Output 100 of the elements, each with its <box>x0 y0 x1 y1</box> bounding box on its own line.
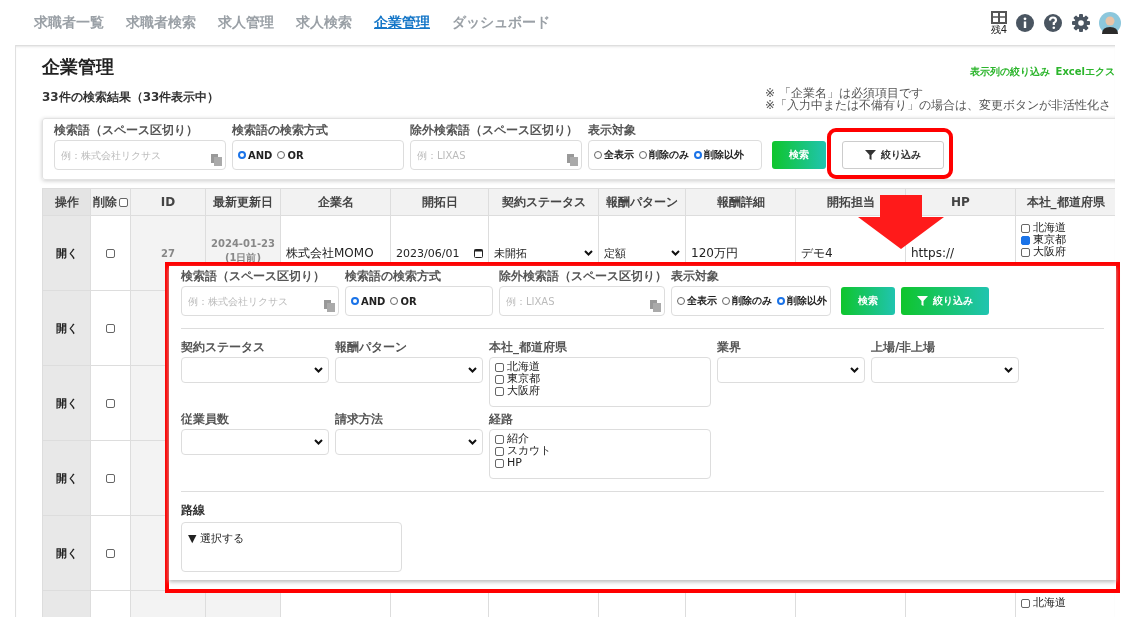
column-header: 最新更新日 <box>213 194 273 209</box>
open-link[interactable]: 開く <box>55 320 78 336</box>
field-label: 除外検索語（スペース区切り） <box>499 270 665 283</box>
open-link[interactable]: 開く <box>55 245 78 261</box>
radio-option[interactable]: OR <box>390 295 417 307</box>
field-label: 検索語の検索方式 <box>232 124 329 137</box>
column-header: 本社_都道府県 <box>1026 194 1105 209</box>
field-label: 表示対象 <box>588 124 637 137</box>
settings-icon[interactable] <box>1071 12 1091 33</box>
field-label: 路線 <box>181 504 206 517</box>
field-label: 契約ステータス <box>181 341 266 354</box>
quota-button[interactable]: 残4 <box>990 10 1007 35</box>
keyword-field[interactable]: 例：株式会社リクサス <box>181 286 339 316</box>
date-field[interactable]: 2023/06/01 <box>396 246 483 260</box>
select-toggle[interactable]: ▼ 選択する <box>188 532 244 545</box>
chevron-icon <box>468 439 477 445</box>
open-link[interactable]: 開く <box>55 470 78 486</box>
select-field[interactable] <box>717 357 865 383</box>
checkbox[interactable] <box>119 197 128 207</box>
field-label: 検索語（スペース区切り） <box>54 124 199 137</box>
table-cell: https:// <box>911 246 954 260</box>
field-label: 従業員数 <box>181 413 230 426</box>
radio-option[interactable]: 削除以外 <box>777 294 827 308</box>
checkbox-option[interactable]: 北海道 <box>495 361 705 373</box>
field-label: 検索語（スペース区切り） <box>181 270 326 283</box>
chevron-icon <box>584 250 593 256</box>
field-label: 報酬パターン <box>335 341 408 354</box>
clipboard-icon[interactable] <box>650 300 661 312</box>
clipboard-icon[interactable] <box>324 300 335 312</box>
checkbox-option[interactable]: 紹介 <box>495 433 705 445</box>
status-select[interactable]: 未開拓 <box>494 245 593 261</box>
chevron-icon <box>671 250 680 256</box>
pattern-select[interactable]: 定額 <box>604 245 680 261</box>
help-icon[interactable] <box>1043 12 1063 33</box>
prefecture-checkbox[interactable]: 北海道 <box>1021 597 1066 609</box>
checkbox[interactable] <box>106 548 115 558</box>
column-header: 報酬パターン <box>606 194 678 209</box>
info-icon[interactable] <box>1015 12 1035 33</box>
table-cell: 120万円 <box>691 244 738 262</box>
radio-option[interactable]: 削除のみ <box>639 148 689 162</box>
keyword-field[interactable]: 例：株式会社リクサス <box>54 140 226 170</box>
radio-option[interactable]: OR <box>277 149 304 161</box>
chevron-icon <box>468 367 477 373</box>
column-header: 開拓担当 <box>826 194 875 209</box>
radio-option[interactable]: 削除のみ <box>722 294 772 308</box>
exclude-field[interactable]: 例：LIXAS <box>499 286 665 316</box>
field-label: 上場/非上場 <box>871 341 937 354</box>
radio-option[interactable]: 全表示 <box>677 294 717 308</box>
field-label: 除外検索語（スペース区切り） <box>410 124 579 137</box>
filter-button[interactable]: 絞り込み <box>842 141 944 169</box>
checkbox[interactable] <box>106 473 115 483</box>
filter-icon <box>917 296 928 306</box>
radio-option[interactable]: AND <box>238 149 273 161</box>
note-text: ※ 「企業名」は必須項目です <box>764 87 924 99</box>
column-header: 操作 <box>54 194 79 209</box>
open-link[interactable]: 開く <box>55 395 78 411</box>
checkbox[interactable] <box>106 323 115 333</box>
nav-tab[interactable]: 企業管理 <box>374 13 430 32</box>
table-cell: 株式会社MOMO <box>286 244 374 262</box>
radio-option[interactable]: AND <box>351 295 386 307</box>
open-link[interactable]: 開く <box>55 545 78 561</box>
checkbox-option[interactable]: スカウト <box>495 445 705 457</box>
select-field[interactable] <box>181 357 329 383</box>
chevron-icon <box>314 367 323 373</box>
column-header: HP <box>951 195 970 209</box>
field-label: 業界 <box>717 341 742 354</box>
column-header: ID <box>160 195 176 209</box>
column-header: 企業名 <box>317 194 354 209</box>
checkbox-option[interactable]: 東京都 <box>495 373 705 385</box>
prefecture-checkbox[interactable]: 北海道 <box>1021 222 1066 234</box>
clipboard-icon[interactable] <box>211 154 222 166</box>
select-field[interactable] <box>335 429 483 455</box>
field-label: 検索語の検索方式 <box>345 270 442 283</box>
field-label: 表示対象 <box>671 270 720 283</box>
field-label: 本社_都道府県 <box>489 341 568 354</box>
prefecture-checkbox[interactable]: 大阪府 <box>1021 246 1066 258</box>
radio-option[interactable]: 削除以外 <box>694 148 744 162</box>
checkbox[interactable] <box>106 248 115 258</box>
column-header: 契約ステータス <box>501 194 586 209</box>
avatar-icon[interactable] <box>1099 11 1121 34</box>
exclude-field[interactable]: 例：LIXAS <box>410 140 582 170</box>
radio-option[interactable]: 全表示 <box>594 148 634 162</box>
prefecture-checkbox[interactable]: 東京都 <box>1021 234 1066 246</box>
field-label: 経路 <box>489 413 514 426</box>
checkbox-option[interactable]: 大阪府 <box>495 385 705 397</box>
select-field[interactable] <box>181 429 329 455</box>
column-header: 削除 <box>93 193 117 211</box>
checkbox[interactable] <box>106 398 115 408</box>
clipboard-icon[interactable] <box>567 154 578 166</box>
select-field[interactable] <box>335 357 483 383</box>
result-count: 33件の検索結果（33件表示中） <box>42 89 220 105</box>
checkbox-option[interactable]: HP <box>495 457 705 469</box>
table-cell: 2024-01-23 (1日前) <box>211 237 275 265</box>
page-title: 企業管理 <box>42 55 115 79</box>
chevron-icon <box>314 439 323 445</box>
select-field[interactable] <box>871 357 1019 383</box>
table-cell: 27 <box>161 247 175 259</box>
note-text: ※「入力中または不備有り」の場合は、変更ボタンが非活性化さ <box>764 99 1111 111</box>
filter-icon <box>865 150 876 160</box>
chevron-icon <box>1004 367 1013 373</box>
